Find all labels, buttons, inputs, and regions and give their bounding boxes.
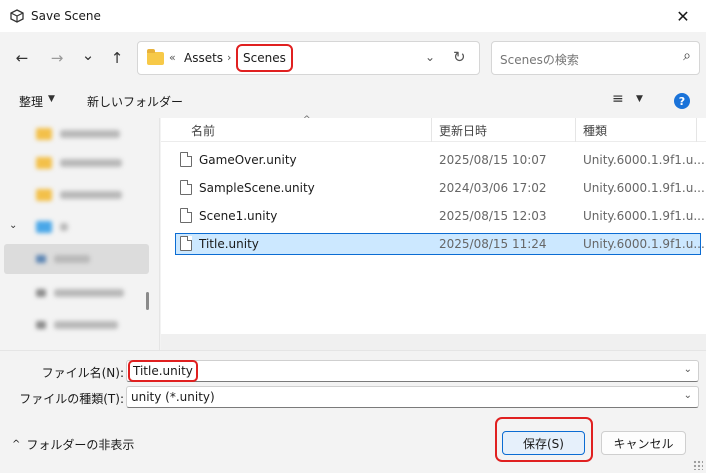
address-dropdown-icon[interactable]: ⌄: [425, 50, 435, 64]
folder-icon: [36, 128, 52, 140]
blurred-label: [60, 223, 68, 231]
blurred-label: [54, 255, 90, 263]
resize-grip-icon[interactable]: [693, 460, 703, 470]
filetype-value[interactable]: unity (*.unity): [131, 390, 215, 404]
unity-icon: [10, 9, 24, 23]
command-bar: 整理 ▼ 新しいフォルダー ≡ ▼ ?: [0, 84, 706, 118]
drive-icon: [36, 289, 46, 297]
file-icon: [180, 208, 192, 223]
file-list[interactable]: ^ 名前 更新日時 種類 GameOver.unity 2025/08/15 1…: [161, 115, 706, 350]
search-box[interactable]: Scenesの検索 ⌕: [491, 41, 700, 75]
blurred-label: [54, 289, 124, 297]
file-date: 2025/08/15 12:03: [439, 209, 547, 223]
file-date: 2024/03/06 17:02: [439, 181, 547, 195]
folder-icon: [147, 49, 164, 65]
file-icon: [180, 180, 192, 195]
file-date: 2025/08/15 10:07: [439, 153, 547, 167]
organize-button[interactable]: 整理: [19, 93, 43, 110]
file-name: Title.unity: [199, 237, 259, 251]
nav-folder-item[interactable]: [36, 125, 120, 143]
hide-folders-button[interactable]: ^ フォルダーの非表示: [12, 436, 134, 453]
nav-drive-item[interactable]: [36, 316, 118, 334]
file-name: Scene1.unity: [199, 209, 278, 223]
blurred-label: [54, 321, 118, 329]
file-type: Unity.6000.1.9f1.u...: [583, 237, 705, 251]
column-divider[interactable]: [575, 118, 576, 142]
cloud-icon: [36, 221, 52, 233]
filename-label: ファイル名(N):: [41, 366, 124, 380]
file-icon: [180, 236, 192, 251]
breadcrumb-assets[interactable]: Assets: [184, 51, 223, 65]
search-input[interactable]: Scenesの検索: [500, 51, 579, 68]
folder-icon: [36, 189, 52, 201]
nav-scrollbar[interactable]: [146, 292, 149, 310]
blurred-label: [60, 159, 122, 167]
title-bar: Save Scene ✕: [0, 0, 706, 32]
save-options: ファイル名(N): Title.unity ⌄ ファイルの種類(T): unit…: [0, 350, 706, 473]
filetype-select[interactable]: unity (*.unity) ⌄: [126, 386, 699, 408]
refresh-icon[interactable]: ↻: [453, 48, 466, 66]
filename-dropdown-icon[interactable]: ⌄: [684, 364, 692, 375]
organize-chevron-icon[interactable]: ▼: [48, 94, 55, 104]
column-date[interactable]: 更新日時: [439, 122, 487, 139]
recent-locations-chevron-icon[interactable]: ⌄: [76, 43, 100, 67]
file-type: Unity.6000.1.9f1.u...: [583, 209, 705, 223]
sort-ascending-icon: ^: [303, 115, 311, 125]
hide-folders-label: フォルダーの非表示: [26, 438, 135, 452]
view-menu-icon[interactable]: ≡: [612, 91, 624, 107]
filename-value[interactable]: Title.unity: [128, 360, 198, 382]
cancel-button[interactable]: キャンセル: [601, 431, 686, 455]
file-row[interactable]: SampleScene.unity 2024/03/06 17:02 Unity…: [175, 177, 705, 199]
forward-arrow-icon[interactable]: →: [45, 46, 69, 70]
help-icon[interactable]: ?: [674, 93, 690, 109]
folder-icon: [36, 157, 52, 169]
column-type[interactable]: 種類: [583, 122, 607, 139]
drive-icon: [36, 321, 46, 329]
breadcrumb-separator-icon[interactable]: ›: [227, 51, 231, 64]
column-divider[interactable]: [696, 118, 697, 142]
column-name[interactable]: 名前: [191, 122, 215, 139]
navigation-bar: ← → ⌄ ↑ « Assets › Scenes ⌄ ↻ Scenesの検索 …: [0, 32, 706, 84]
file-row[interactable]: GameOver.unity 2025/08/15 10:07 Unity.60…: [175, 149, 705, 171]
up-arrow-icon[interactable]: ↑: [105, 46, 129, 70]
file-type: Unity.6000.1.9f1.u...: [583, 153, 705, 167]
view-chevron-icon[interactable]: ▼: [636, 94, 643, 104]
nav-folder-item[interactable]: [36, 154, 122, 172]
navigation-pane[interactable]: ⌄: [0, 118, 160, 350]
address-bar[interactable]: « Assets › Scenes ⌄ ↻: [137, 41, 480, 75]
nav-cloud-item[interactable]: [36, 218, 68, 236]
column-header: ^ 名前 更新日時 種類: [161, 115, 706, 142]
file-row[interactable]: Scene1.unity 2025/08/15 12:03 Unity.6000…: [175, 205, 705, 227]
content-area: ⌄ ^ 名前 更新日時 種類 GameOver.unity 2025/08/15…: [0, 115, 706, 350]
file-name: SampleScene.unity: [199, 181, 315, 195]
address-overflow-icon[interactable]: «: [169, 51, 176, 64]
blurred-label: [60, 191, 122, 199]
pc-icon: [36, 255, 46, 263]
save-button[interactable]: 保存(S): [502, 431, 585, 455]
new-folder-button[interactable]: 新しいフォルダー: [87, 93, 183, 110]
filetype-dropdown-icon[interactable]: ⌄: [684, 390, 692, 401]
close-icon[interactable]: ✕: [660, 0, 706, 32]
file-icon: [180, 152, 192, 167]
window-title: Save Scene: [31, 9, 101, 23]
nav-folder-item[interactable]: [36, 186, 122, 204]
filename-field[interactable]: Title.unity ⌄: [126, 360, 699, 382]
back-arrow-icon[interactable]: ←: [10, 46, 34, 70]
file-row-selected[interactable]: Title.unity 2025/08/15 11:24 Unity.6000.…: [175, 233, 705, 255]
file-type: Unity.6000.1.9f1.u...: [583, 181, 705, 195]
file-name: GameOver.unity: [199, 153, 297, 167]
search-icon[interactable]: ⌕: [683, 48, 691, 64]
nav-pc-item[interactable]: [36, 250, 90, 268]
nav-drive-item[interactable]: [36, 284, 124, 302]
expand-chevron-icon[interactable]: ⌄: [9, 220, 17, 231]
blurred-label: [60, 130, 120, 138]
file-date: 2025/08/15 11:24: [439, 237, 547, 251]
filetype-label: ファイルの種類(T):: [19, 392, 124, 406]
breadcrumb-scenes[interactable]: Scenes: [236, 44, 293, 72]
column-divider[interactable]: [431, 118, 432, 142]
chevron-up-icon: ^: [12, 439, 21, 450]
horizontal-scrollbar[interactable]: [161, 334, 706, 350]
